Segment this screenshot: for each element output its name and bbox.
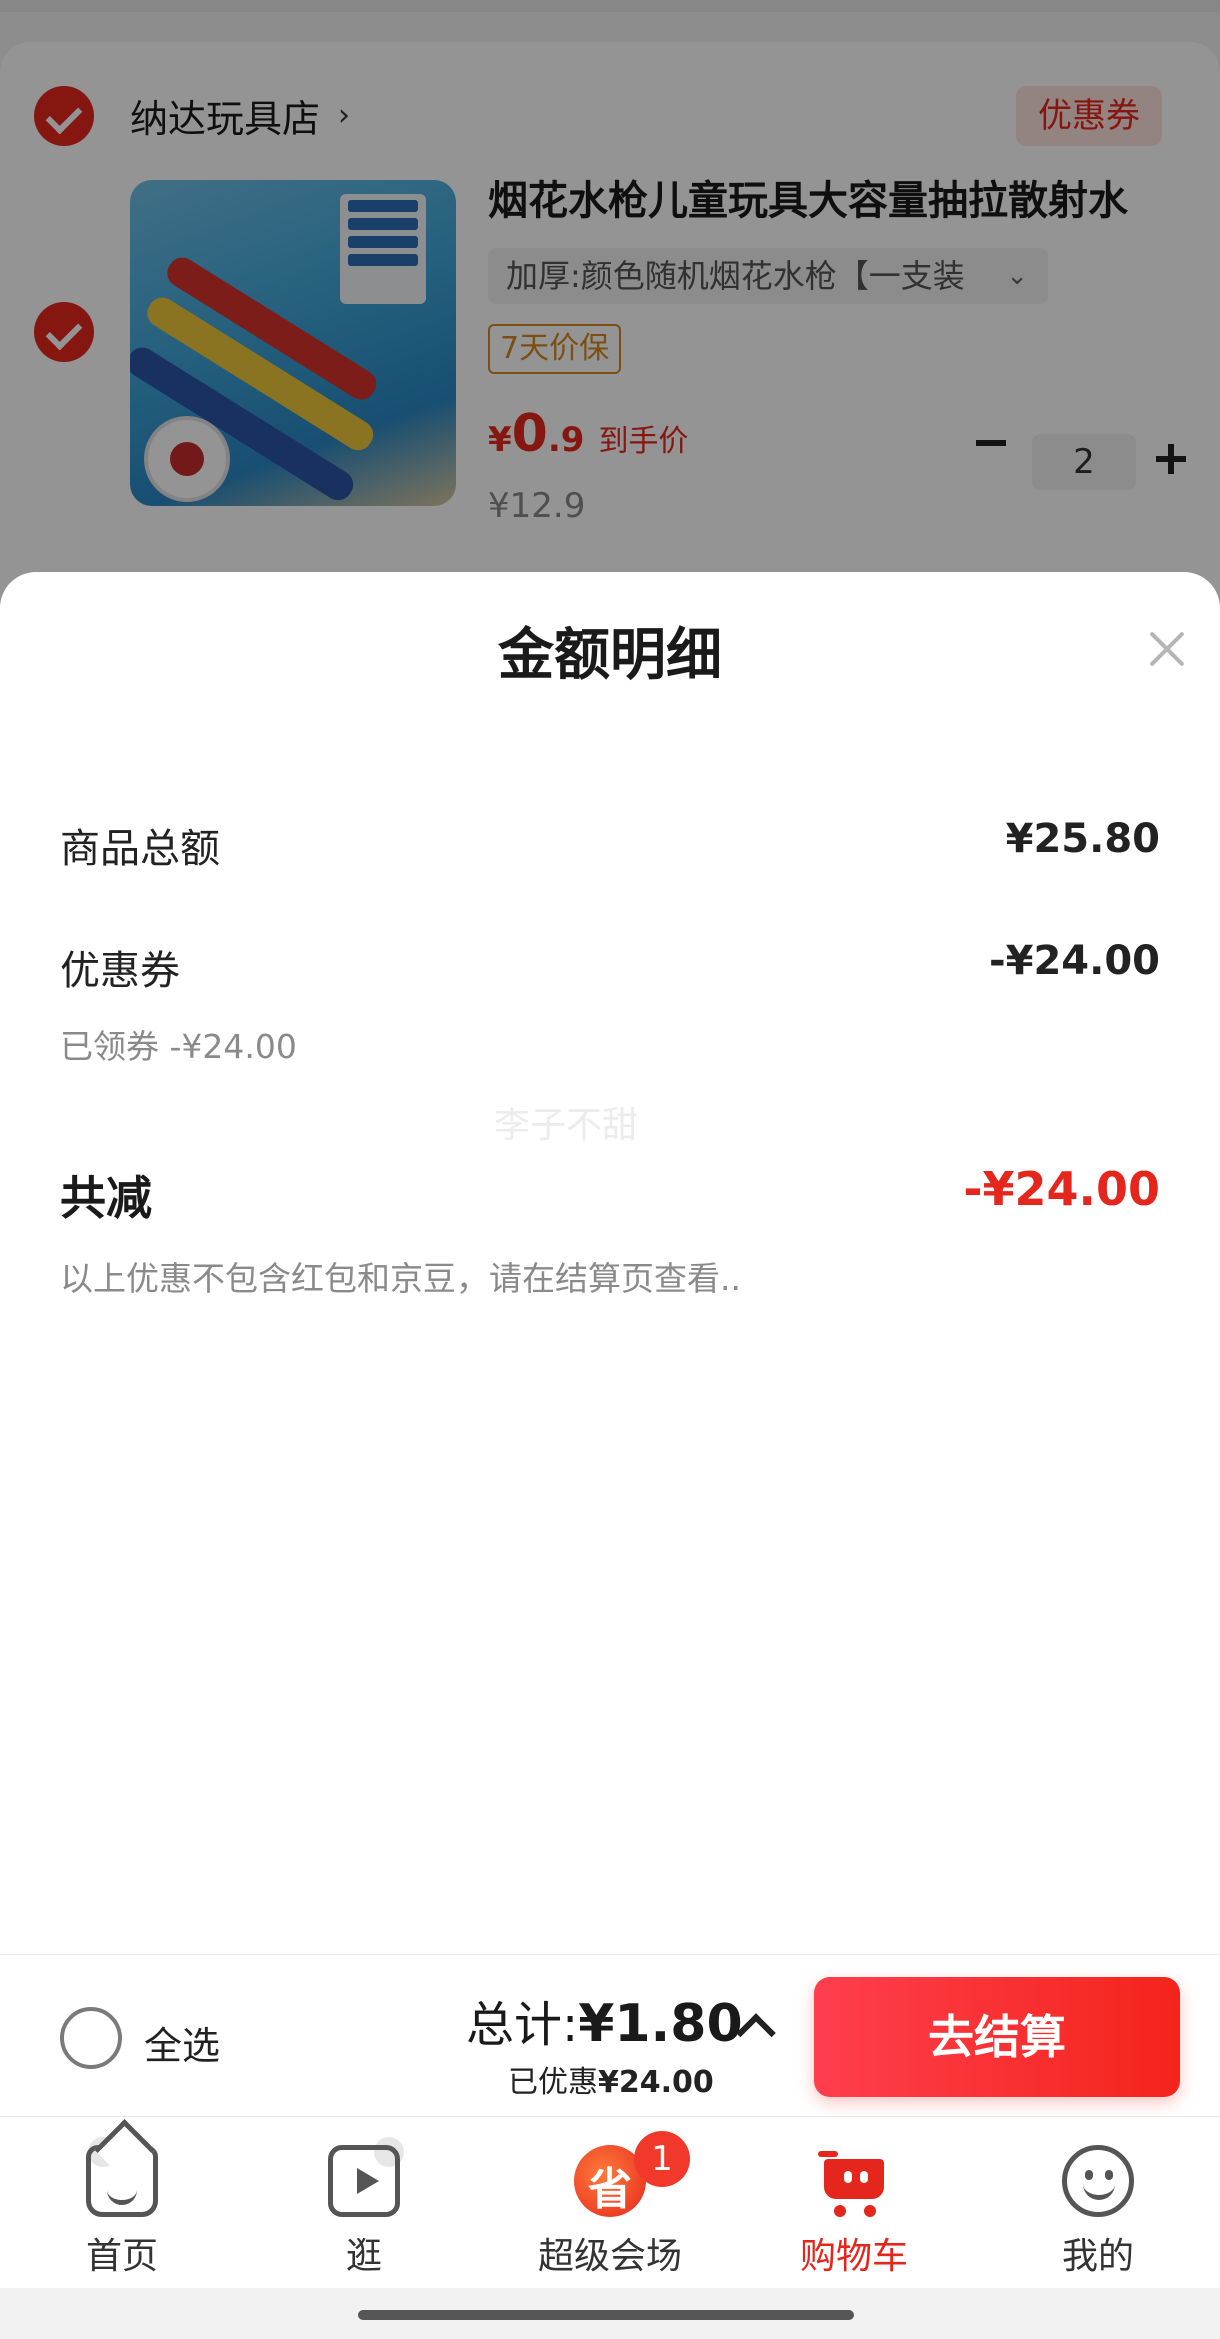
system-navigation-area — [0, 2288, 1220, 2339]
shopping-cart-icon — [818, 2145, 890, 2217]
coupon-claimed-detail: 已领券 -¥24.00 — [60, 1027, 297, 1066]
modal-backdrop[interactable] — [0, 0, 1220, 620]
tab-super-venue[interactable]: 省 超级会场 — [500, 2117, 720, 2289]
tab-home-label: 首页 — [85, 2236, 158, 2277]
bottom-tab-bar: 首页 逛 省 超级会场 1 购物车 我的 — [0, 2116, 1220, 2288]
tab-cart-label: 购物车 — [799, 2236, 908, 2277]
saved-amount-line: 已优惠¥24.00 — [508, 2057, 714, 2101]
notification-badge: 1 — [634, 2131, 690, 2187]
tab-me-label: 我的 — [1061, 2236, 1134, 2277]
tab-super-venue-label: 超级会场 — [537, 2236, 682, 2277]
goods-total-value: ¥25.80 — [1005, 816, 1160, 862]
total-prefix: 总计: — [466, 1997, 579, 2053]
checkout-button[interactable]: 去结算 — [814, 1977, 1180, 2097]
watermark: 李子不甜 — [494, 1105, 639, 1146]
home-indicator[interactable] — [358, 2310, 854, 2320]
select-all-checkbox[interactable] — [60, 2007, 122, 2069]
goods-total-label: 商品总额 — [60, 826, 220, 872]
discount-note: 以上优惠不包含红包和京豆，请在结算页查看.. — [60, 1259, 741, 1298]
select-all-label[interactable]: 全选 — [144, 2015, 220, 2070]
saved-amount: ¥24.00 — [598, 2065, 714, 2100]
tab-me[interactable]: 我的 — [988, 2117, 1208, 2289]
coupon-value: -¥24.00 — [989, 938, 1160, 984]
video-play-icon — [328, 2145, 400, 2217]
tab-browse[interactable]: 逛 — [254, 2117, 474, 2289]
total-discount-label: 共减 — [60, 1171, 152, 1225]
smiley-face-icon — [1062, 2145, 1134, 2217]
sheet-title: 金额明细 — [498, 623, 722, 688]
tab-home[interactable]: 首页 — [12, 2117, 232, 2289]
total-discount-value: -¥24.00 — [963, 1162, 1160, 1216]
amount-details-sheet: 金额明细 商品总额 ¥25.80 优惠券 -¥24.00 已领券 -¥24.00… — [0, 572, 1220, 1954]
close-icon[interactable] — [1146, 628, 1188, 670]
total-price: 总计: ¥1.80 — [466, 1985, 743, 2055]
tab-cart[interactable]: 购物车 — [744, 2117, 964, 2289]
total-amount: ¥1.80 — [578, 1994, 743, 2054]
home-icon — [86, 2145, 158, 2217]
checkout-bar: 全选 总计: ¥1.80 已优惠¥24.00 去结算 — [0, 1954, 1220, 2116]
saved-prefix: 已优惠 — [508, 2065, 598, 2100]
coupon-label: 优惠券 — [60, 948, 180, 994]
tab-browse-label: 逛 — [345, 2236, 382, 2277]
